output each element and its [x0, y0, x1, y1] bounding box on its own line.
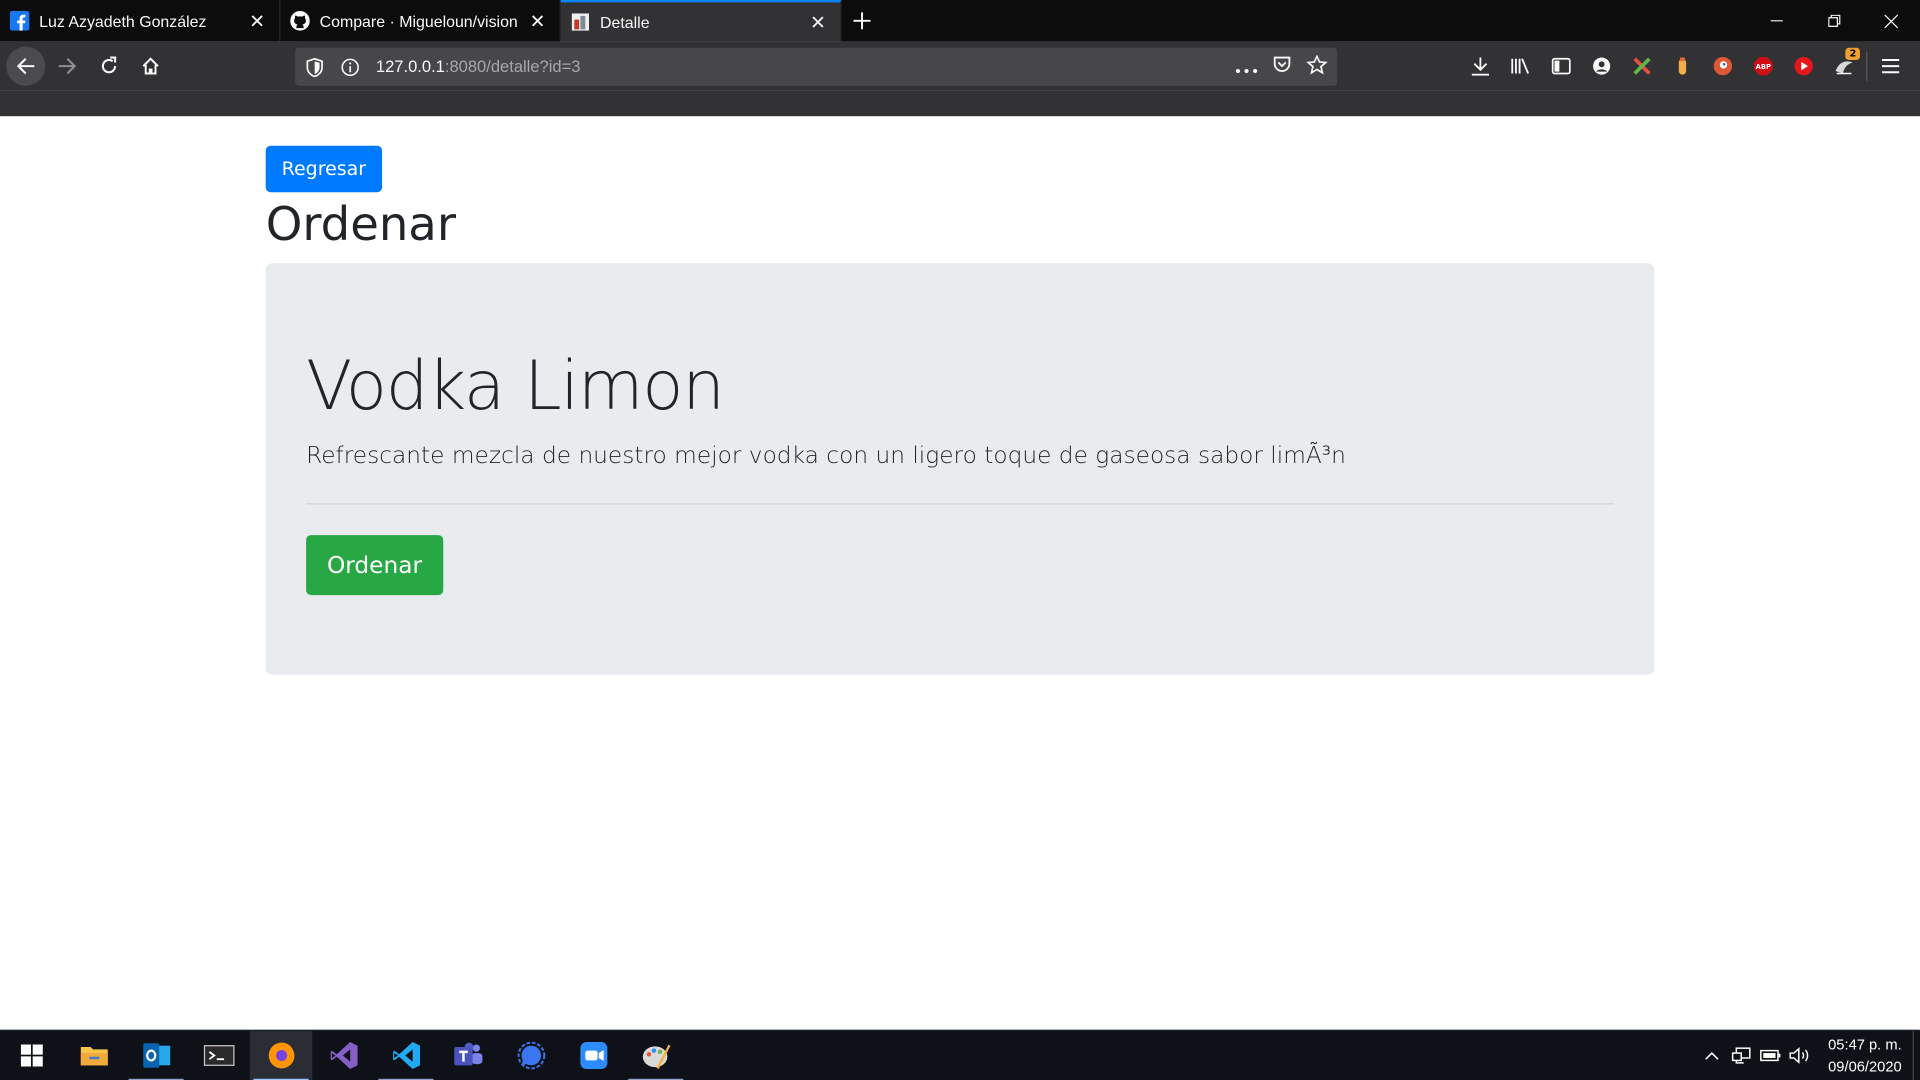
navigation-toolbar: 127.0.0.1:8080/detalle?id=3 ABP 2 [0, 41, 1920, 91]
close-window-button[interactable] [1862, 0, 1920, 42]
svg-text:ABP: ABP [1755, 63, 1770, 71]
volume-icon[interactable] [1785, 1030, 1814, 1080]
tab-strip: Luz Azyadeth González Compare · Miguelou… [0, 0, 1920, 42]
restore-button[interactable] [1805, 0, 1863, 42]
order-button[interactable]: Ordenar [306, 535, 443, 596]
tab-facebook[interactable]: Luz Azyadeth González [0, 0, 281, 42]
toolbar-icons: ABP 2 [1460, 42, 1920, 91]
url-path: :8080/detalle?id=3 [444, 57, 581, 76]
url-text[interactable]: 127.0.0.1:8080/detalle?id=3 [376, 58, 1236, 76]
github-icon [290, 11, 310, 31]
pocket-icon[interactable] [1272, 54, 1292, 78]
close-icon[interactable] [808, 12, 828, 32]
sidebar-icon[interactable] [1540, 47, 1580, 86]
new-tab-button[interactable] [841, 0, 883, 42]
url-host: 127.0.0.1 [375, 57, 445, 76]
clock-date: 09/06/2020 [1828, 1057, 1902, 1076]
page-title: Ordenar [265, 197, 456, 252]
arrow-left-icon [16, 58, 35, 75]
facebook-icon [9, 11, 30, 31]
battery-icon[interactable] [1756, 1030, 1785, 1080]
back-button[interactable] [6, 46, 46, 86]
toolbar-filler [0, 90, 1920, 117]
tracking-protection-shield-icon[interactable] [305, 57, 325, 77]
close-icon[interactable] [528, 11, 548, 31]
close-icon[interactable] [247, 11, 267, 31]
show-desktop-button[interactable] [1912, 1030, 1920, 1080]
home-icon [142, 57, 159, 75]
forward-button[interactable] [48, 47, 87, 86]
back-link-button[interactable]: Regresar [265, 145, 383, 193]
product-description: Refrescante mezcla de nuestro mejor vodk… [306, 442, 1346, 469]
vscode-icon[interactable] [375, 1030, 437, 1080]
library-icon[interactable] [1500, 47, 1540, 86]
tab-github[interactable]: Compare · Migueloun/vision [280, 0, 561, 42]
extension-bottle-icon[interactable] [1662, 47, 1702, 86]
tab-detalle[interactable]: Detalle [560, 0, 842, 42]
arrow-right-icon [58, 58, 77, 75]
adblock-plus-icon[interactable]: ABP [1742, 47, 1782, 86]
divider [306, 503, 1614, 505]
reload-icon [101, 56, 117, 74]
reload-button[interactable] [89, 47, 128, 86]
site-favicon [571, 12, 591, 32]
tab-title: Compare · Migueloun/vision [319, 11, 518, 31]
account-icon[interactable] [1581, 47, 1621, 86]
downloads-icon[interactable] [1460, 47, 1500, 86]
bookmark-star-icon[interactable] [1306, 53, 1328, 78]
youtube-extension-icon[interactable] [1783, 47, 1823, 86]
clock-time: 05:47 p. m. [1828, 1035, 1902, 1054]
home-button[interactable] [131, 47, 170, 86]
address-bar[interactable]: 127.0.0.1:8080/detalle?id=3 [295, 47, 1338, 86]
tab-title: Detalle [600, 12, 650, 32]
product-name: Vodka Limon [306, 346, 725, 425]
signal-icon[interactable] [500, 1030, 562, 1080]
product-jumbotron: Vodka Limon Refrescante mezcla de nuestr… [265, 263, 1655, 675]
minimize-button[interactable] [1747, 0, 1805, 42]
site-info-icon[interactable] [340, 57, 360, 77]
outlook-icon[interactable] [125, 1030, 187, 1080]
file-explorer-icon[interactable] [62, 1030, 124, 1080]
duckduckgo-icon[interactable] [1702, 47, 1742, 86]
extension-badge-icon[interactable]: 2 [1823, 47, 1863, 86]
window-controls [1747, 0, 1920, 42]
visual-studio-icon[interactable] [312, 1030, 374, 1080]
hamburger-menu-icon[interactable] [1870, 47, 1910, 86]
extension-cross-icon[interactable] [1621, 47, 1661, 86]
zoom-icon[interactable] [562, 1030, 624, 1080]
page-viewport: Regresar Ordenar Vodka Limon Refrescante… [0, 116, 1920, 1030]
system-clock[interactable]: 05:47 p. m. 09/06/2020 [1822, 1033, 1908, 1077]
windows-start-icon[interactable] [0, 1030, 62, 1080]
tab-title: Luz Azyadeth González [39, 11, 207, 31]
system-tray: 05:47 p. m. 09/06/2020 [1697, 1030, 1920, 1080]
chevron-up-icon[interactable] [1697, 1030, 1726, 1080]
teams-icon[interactable] [437, 1030, 499, 1080]
page-actions-menu-icon[interactable] [1235, 55, 1258, 78]
paint-icon[interactable] [624, 1030, 686, 1080]
terminal-icon[interactable] [187, 1030, 249, 1080]
extension-badge-count: 2 [1845, 47, 1861, 61]
windows-taskbar: 05:47 p. m. 09/06/2020 [0, 1029, 1920, 1080]
network-icon[interactable] [1727, 1030, 1756, 1080]
toolbar-separator [1866, 51, 1868, 81]
firefox-icon[interactable] [249, 1030, 313, 1080]
plus-icon [853, 12, 871, 30]
